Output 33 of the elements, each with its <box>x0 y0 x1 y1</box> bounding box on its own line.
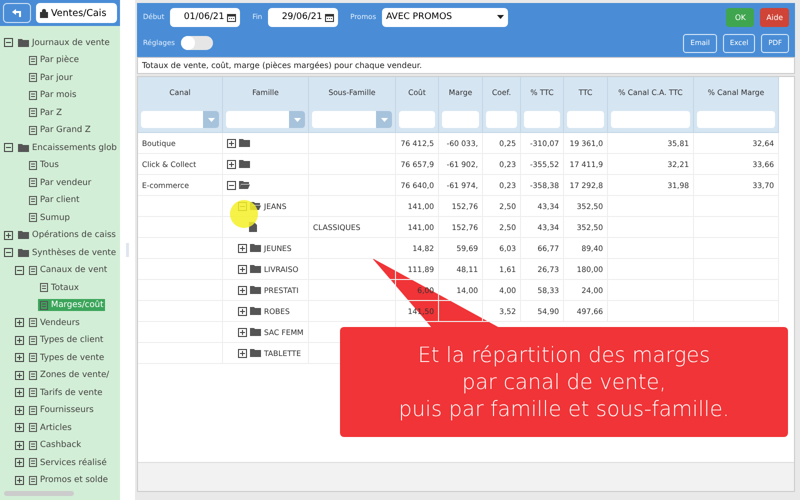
date-field[interactable]: 29/06/21 <box>268 8 338 26</box>
callout-text: par canal de vente, <box>462 368 666 396</box>
tree-item[interactable]: Types de client <box>27 334 106 346</box>
tree-item[interactable]: Tous <box>27 159 61 172</box>
tree-item[interactable]: Totaux <box>38 282 81 294</box>
tree-item[interactable]: Par Z <box>27 106 64 119</box>
tree-item[interactable]: Synthèses de vente <box>16 246 118 259</box>
tree-item[interactable]: Opérations de caiss <box>16 229 118 242</box>
tree-item[interactable]: Canaux de vent <box>27 264 110 276</box>
callout-text: puis par famille et sous-famille. <box>398 396 730 422</box>
tree-item[interactable]: Par client <box>27 194 82 206</box>
tree-item[interactable]: Zones de vente/ <box>27 369 112 382</box>
tree-item[interactable]: Promos et solde <box>27 474 110 486</box>
tree-item[interactable]: Sumup <box>27 212 72 224</box>
tree-item[interactable]: Tarifs de vente <box>27 386 105 399</box>
promos-dropdown[interactable]: AVEC PROMOS <box>382 8 508 26</box>
description-text: Totaux de vente, coût, marge (pièces margées) pour chaque vendeur. <box>137 57 795 74</box>
tree-item[interactable]: Encaissements glob <box>16 142 119 154</box>
tree-item[interactable]: Types de vente <box>27 352 106 364</box>
tree-item[interactable]: Cashback <box>27 439 84 452</box>
tree-item[interactable]: Par jour <box>27 72 75 84</box>
tree-item[interactable]: Journaux de vente <box>16 36 112 49</box>
tree-item[interactable]: Par mois <box>27 89 78 102</box>
tree-item[interactable]: Par vendeur <box>27 176 94 189</box>
tree-item[interactable]: Services réalisé <box>27 456 109 469</box>
tree-item[interactable]: Vendeurs <box>27 316 82 329</box>
tree-item[interactable]: Fournisseurs <box>27 404 96 416</box>
tree-item[interactable]: Par pièce <box>27 54 82 66</box>
date-field[interactable]: 01/06/21 <box>170 8 240 26</box>
tree-item[interactable]: Par Grand Z <box>27 124 93 136</box>
module-dropdown[interactable]: Ventes/Cais <box>36 3 117 23</box>
tree-item[interactable]: Articles <box>27 422 74 434</box>
callout-text: Et la répartition des marges <box>418 342 710 368</box>
